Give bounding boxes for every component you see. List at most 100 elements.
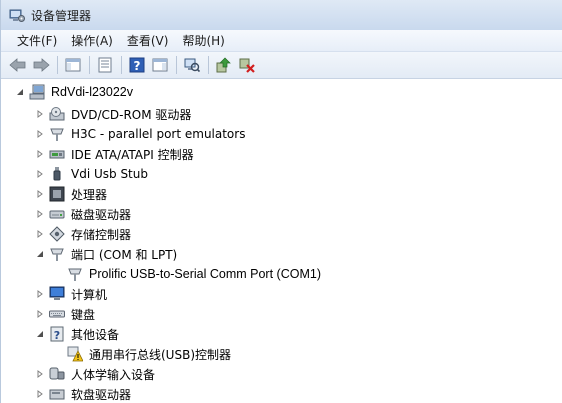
floppy-icon <box>49 386 65 402</box>
device-manager-icon <box>9 9 25 22</box>
node-label: 通用串行总线(USB)控制器 <box>89 347 231 362</box>
expand-icon[interactable] <box>35 104 45 124</box>
toolbar: ? <box>1 52 562 79</box>
node-label: DVD/CD-ROM 驱动器 <box>71 107 192 122</box>
tree-node-other-devices[interactable]: ? 其他设备 <box>35 324 119 344</box>
tree-node-h3c[interactable]: H3C - parallel port emulators <box>35 124 245 144</box>
tree-node-processor[interactable]: 处理器 <box>35 184 107 204</box>
device-manager-window: 设备管理器 文件(F) 操作(A) 查看(V) 帮助(H) ? RdVdi-l2… <box>0 0 562 403</box>
tree-node-storage-controllers[interactable]: 存储控制器 <box>35 224 131 244</box>
title-bar: 设备管理器 <box>1 0 562 30</box>
collapse-icon[interactable] <box>35 324 45 344</box>
tree-node-ports[interactable]: 端口 (COM 和 LPT) <box>35 244 177 264</box>
toolbar-separator <box>208 56 209 74</box>
show-hide-console-tree-button[interactable] <box>62 54 84 76</box>
keyboard-icon <box>49 306 65 322</box>
node-label: 处理器 <box>71 187 108 202</box>
properties-button[interactable] <box>94 54 116 76</box>
collapse-icon[interactable] <box>15 82 25 102</box>
tree-child-prolific-com1[interactable]: Prolific USB-to-Serial Comm Port (COM1) <box>53 264 321 284</box>
no-expander <box>53 264 63 284</box>
node-label: IDE ATA/ATAPI 控制器 <box>71 147 194 162</box>
uninstall-device-icon <box>239 58 255 73</box>
toolbar-separator <box>89 56 90 74</box>
node-label: H3C - parallel port emulators <box>71 127 246 141</box>
node-label: Prolific USB-to-Serial Comm Port (COM1) <box>89 267 321 281</box>
node-label: 存储控制器 <box>71 227 132 242</box>
expand-icon[interactable] <box>35 124 45 144</box>
ide-controller-icon <box>49 146 65 162</box>
scan-hardware-changes-icon <box>184 58 200 73</box>
device-tree: RdVdi-l23022v DVD/CD-ROM 驱动器 H3C - paral… <box>1 80 562 403</box>
help-icon: ? <box>129 57 145 73</box>
disk-drive-icon <box>49 206 65 222</box>
svg-text:?: ? <box>134 59 141 73</box>
menu-help[interactable]: 帮助(H) <box>175 30 231 52</box>
node-label: Vdi Usb Stub <box>71 167 148 181</box>
root-label: RdVdi-l23022v <box>51 85 133 99</box>
storage-controller-icon <box>49 226 65 242</box>
svg-text:?: ? <box>54 329 60 342</box>
toolbar-separator <box>176 56 177 74</box>
action-pane-button[interactable] <box>149 54 171 76</box>
menu-view[interactable]: 查看(V) <box>120 30 176 52</box>
tree-node-keyboard[interactable]: 键盘 <box>35 304 95 324</box>
usb-stub-icon <box>49 166 65 182</box>
toolbar-separator <box>121 56 122 74</box>
node-label: 磁盘驱动器 <box>71 207 132 222</box>
node-label: 人体学输入设备 <box>71 367 156 382</box>
hid-icon <box>49 366 65 382</box>
update-driver-button[interactable] <box>213 54 235 76</box>
expand-icon[interactable] <box>35 144 45 164</box>
port-icon <box>49 246 65 262</box>
collapse-icon[interactable] <box>35 244 45 264</box>
processor-icon <box>49 186 65 202</box>
tree-node-dvd-cdrom[interactable]: DVD/CD-ROM 驱动器 <box>35 104 191 124</box>
forward-button[interactable] <box>30 54 52 76</box>
help-button[interactable]: ? <box>126 54 148 76</box>
menu-action[interactable]: 操作(A) <box>64 30 120 52</box>
window-title: 设备管理器 <box>31 8 92 23</box>
node-label: 端口 (COM 和 LPT) <box>71 247 178 262</box>
port-icon <box>67 266 83 282</box>
menu-bar: 文件(F) 操作(A) 查看(V) 帮助(H) <box>1 30 562 52</box>
port-icon <box>49 126 65 142</box>
warning-device-icon <box>67 346 83 362</box>
unknown-device-icon: ? <box>49 326 65 342</box>
no-expander <box>53 344 63 364</box>
tree-node-floppy[interactable]: 软盘驱动器 <box>35 384 131 403</box>
expand-icon[interactable] <box>35 184 45 204</box>
action-pane-icon <box>152 58 168 72</box>
computer-icon <box>49 286 65 302</box>
node-label: 键盘 <box>71 307 96 322</box>
tree-node-disk-drives[interactable]: 磁盘驱动器 <box>35 204 131 224</box>
tree-root[interactable]: RdVdi-l23022v <box>15 82 133 102</box>
tree-node-computer[interactable]: 计算机 <box>35 284 107 304</box>
expand-icon[interactable] <box>35 224 45 244</box>
expand-icon[interactable] <box>35 384 45 403</box>
tree-node-hid[interactable]: 人体学输入设备 <box>35 364 155 384</box>
properties-sheet-icon <box>98 57 112 73</box>
expand-icon[interactable] <box>35 164 45 184</box>
menu-file[interactable]: 文件(F) <box>10 30 64 52</box>
scan-hardware-button[interactable] <box>181 54 203 76</box>
cdrom-icon <box>49 106 65 122</box>
expand-icon[interactable] <box>35 204 45 224</box>
toolbar-separator <box>57 56 58 74</box>
expand-icon[interactable] <box>35 284 45 304</box>
back-button[interactable] <box>7 54 29 76</box>
back-arrow-icon <box>9 58 26 72</box>
forward-arrow-icon <box>33 58 50 72</box>
node-label: 软盘驱动器 <box>71 387 132 402</box>
node-label: 计算机 <box>71 287 108 302</box>
uninstall-device-button[interactable] <box>236 54 258 76</box>
expand-icon[interactable] <box>35 364 45 384</box>
tree-node-vdi-usb-stub[interactable]: Vdi Usb Stub <box>35 164 148 184</box>
tree-child-usb-controller[interactable]: 通用串行总线(USB)控制器 <box>53 344 231 364</box>
tree-node-ide[interactable]: IDE ATA/ATAPI 控制器 <box>35 144 194 164</box>
computer-icon <box>29 84 45 100</box>
update-driver-icon <box>216 57 231 73</box>
node-label: 其他设备 <box>71 327 120 342</box>
show-hide-console-tree-icon <box>65 58 81 72</box>
expand-icon[interactable] <box>35 304 45 324</box>
